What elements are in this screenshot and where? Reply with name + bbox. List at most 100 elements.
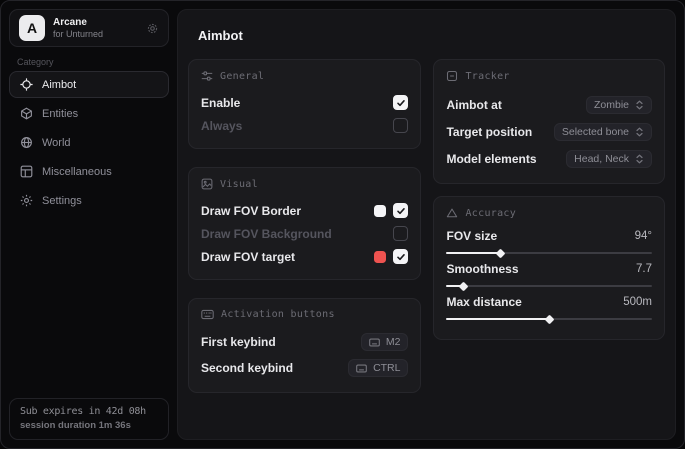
slider-thumb[interactable] xyxy=(545,314,555,324)
sidebar-item-settings[interactable]: Settings xyxy=(9,187,169,214)
sidebar-item-entities[interactable]: Entities xyxy=(9,100,169,127)
sidebar-nav: Aimbot Entities World xyxy=(9,71,169,214)
app-subtitle: for Unturned xyxy=(53,29,138,39)
aimbot-at-dropdown[interactable]: Zombie xyxy=(586,96,652,114)
setting-label: First keybind xyxy=(201,335,276,349)
sidebar-item-aimbot[interactable]: Aimbot xyxy=(9,71,169,98)
setting-label: Second keybind xyxy=(201,361,293,375)
settings-gear-icon[interactable] xyxy=(146,22,159,35)
session-duration-text: session duration 1m 36s xyxy=(20,420,158,431)
setting-row-fov-target: Draw FOV target xyxy=(201,246,408,267)
app-logo: A xyxy=(19,15,45,41)
setting-label: Smoothness xyxy=(446,262,518,276)
triangle-icon xyxy=(446,207,458,219)
keyboard-icon xyxy=(369,338,380,347)
max-distance-value: 500m xyxy=(623,296,652,308)
panel-tracker: Tracker Aimbot at Zombie Target position xyxy=(433,59,665,184)
fov-border-checkbox[interactable] xyxy=(393,203,408,218)
setting-row-fov-background: Draw FOV Background xyxy=(201,223,408,244)
sidebar-item-label: Settings xyxy=(42,195,82,207)
panel-title: Tracker xyxy=(465,71,509,82)
setting-row-smoothness: Smoothness 7.7 xyxy=(446,262,652,287)
panel-activation-buttons: Activation buttons First keybind M2 Seco… xyxy=(188,298,421,393)
gear-icon xyxy=(20,194,33,207)
fov-target-checkbox[interactable] xyxy=(393,249,408,264)
app-window: A Arcane for Unturned Category A xyxy=(0,0,685,449)
chevrons-up-down-icon xyxy=(635,127,644,137)
setting-label: Draw FOV Background xyxy=(201,227,332,241)
image-icon xyxy=(201,178,213,190)
page-title: Aimbot xyxy=(198,28,665,43)
sidebar-item-label: World xyxy=(42,137,71,149)
first-keybind-button[interactable]: M2 xyxy=(361,333,409,351)
keybind-value: CTRL xyxy=(373,362,400,374)
setting-label: Aimbot at xyxy=(446,98,501,112)
subscription-info: Sub expires in 42d 08h session duration … xyxy=(9,398,169,440)
setting-label: Enable xyxy=(201,96,240,110)
enable-checkbox[interactable] xyxy=(393,95,408,110)
setting-label: Always xyxy=(201,119,242,133)
setting-row-enable: Enable xyxy=(201,92,408,113)
scan-icon xyxy=(446,70,458,82)
fov-background-checkbox[interactable] xyxy=(393,226,408,241)
setting-label: Target position xyxy=(446,125,532,139)
setting-label: FOV size xyxy=(446,229,497,243)
sidebar-header: A Arcane for Unturned xyxy=(9,9,169,47)
color-swatch[interactable] xyxy=(374,251,386,263)
keyboard-icon xyxy=(356,364,367,373)
setting-row-model-elements: Model elements Head, Neck xyxy=(446,146,652,171)
sidebar-item-miscellaneous[interactable]: Miscellaneous xyxy=(9,158,169,185)
sliders-icon xyxy=(201,70,213,82)
setting-row-fov-size: FOV size 94° xyxy=(446,229,652,254)
smoothness-value: 7.7 xyxy=(636,263,652,275)
sidebar: A Arcane for Unturned Category A xyxy=(1,1,177,448)
setting-row-always: Always xyxy=(201,115,408,136)
slider-thumb[interactable] xyxy=(458,281,468,291)
keybind-value: M2 xyxy=(386,336,401,348)
dropdown-value: Selected bone xyxy=(562,126,629,138)
chevrons-up-down-icon xyxy=(635,154,644,164)
fov-size-value: 94° xyxy=(635,230,652,242)
sidebar-item-label: Aimbot xyxy=(42,79,76,91)
keyboard-icon xyxy=(201,309,214,320)
fov-size-slider[interactable] xyxy=(446,252,652,254)
globe-icon xyxy=(20,136,33,149)
slider-thumb[interactable] xyxy=(495,248,505,258)
setting-row-max-distance: Max distance 500m xyxy=(446,295,652,320)
panel-title: Accuracy xyxy=(465,208,516,219)
model-elements-dropdown[interactable]: Head, Neck xyxy=(566,150,652,168)
setting-row-target-position: Target position Selected bone xyxy=(446,119,652,144)
panel-visual: Visual Draw FOV Border Draw FOV Backgrou… xyxy=(188,167,421,280)
category-label: Category xyxy=(17,57,177,67)
panel-accuracy: Accuracy FOV size 94° xyxy=(433,196,665,340)
target-position-dropdown[interactable]: Selected bone xyxy=(554,123,652,141)
panel-general: General Enable Always xyxy=(188,59,421,149)
panel-title: Activation buttons xyxy=(221,309,335,320)
color-swatch[interactable] xyxy=(374,205,386,217)
dropdown-value: Head, Neck xyxy=(574,153,629,165)
cube-icon xyxy=(20,107,33,120)
setting-row-fov-border: Draw FOV Border xyxy=(201,200,408,221)
dropdown-value: Zombie xyxy=(594,99,629,111)
setting-row-second-keybind: Second keybind CTRL xyxy=(201,356,408,380)
setting-label: Max distance xyxy=(446,295,521,309)
sub-expiry-text: Sub expires in 42d 08h xyxy=(20,406,158,417)
sidebar-item-world[interactable]: World xyxy=(9,129,169,156)
setting-label: Draw FOV Border xyxy=(201,204,301,218)
chevrons-up-down-icon xyxy=(635,100,644,110)
panel-title: Visual xyxy=(220,179,258,190)
setting-row-aimbot-at: Aimbot at Zombie xyxy=(446,92,652,117)
setting-label: Model elements xyxy=(446,152,536,166)
sidebar-item-label: Entities xyxy=(42,108,78,120)
always-checkbox[interactable] xyxy=(393,118,408,133)
setting-row-first-keybind: First keybind M2 xyxy=(201,330,408,354)
panel-title: General xyxy=(220,71,264,82)
setting-label: Draw FOV target xyxy=(201,250,295,264)
layout-icon xyxy=(20,165,33,178)
app-name: Arcane xyxy=(53,17,138,29)
sidebar-item-label: Miscellaneous xyxy=(42,166,112,178)
max-distance-slider[interactable] xyxy=(446,318,652,320)
crosshair-icon xyxy=(20,78,33,91)
second-keybind-button[interactable]: CTRL xyxy=(348,359,408,377)
smoothness-slider[interactable] xyxy=(446,285,652,287)
